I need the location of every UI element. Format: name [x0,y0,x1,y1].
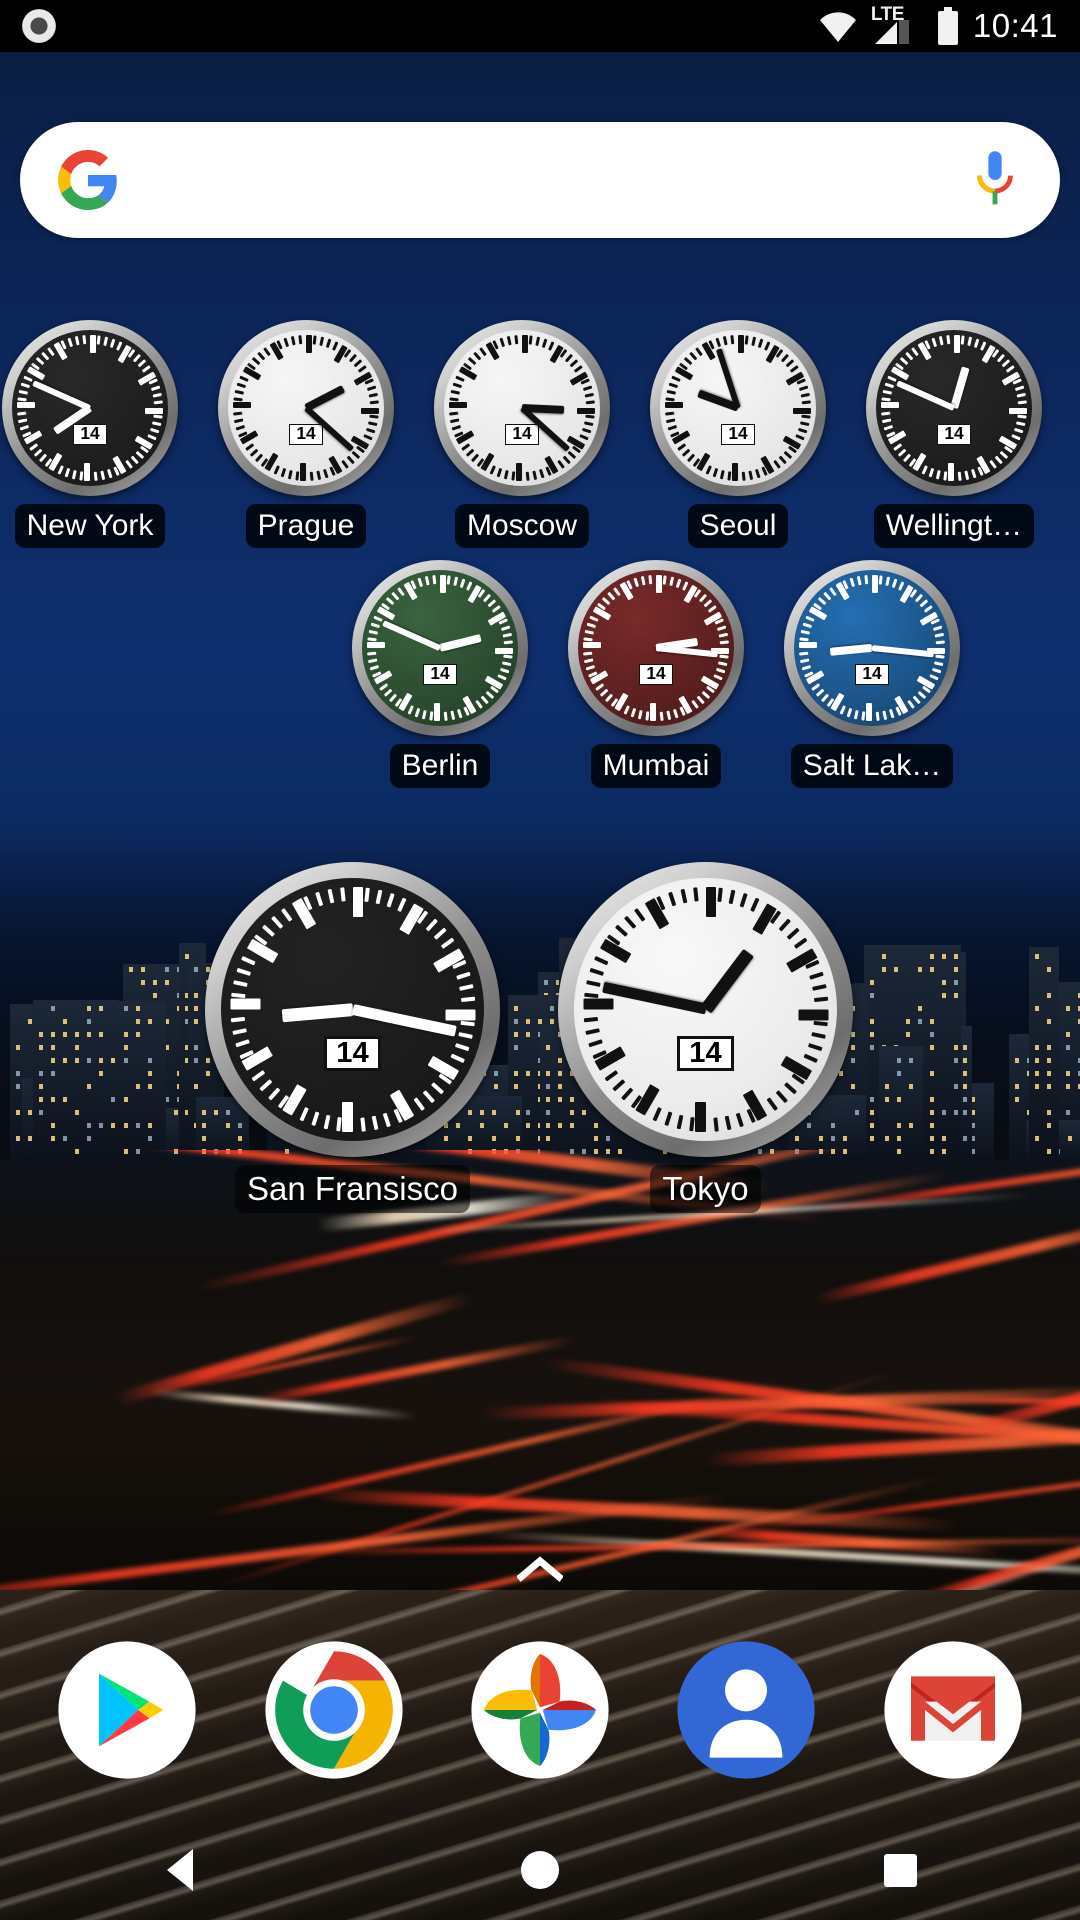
clock-city-label: Mumbai [590,744,722,788]
clock-dial: 14 [444,330,600,486]
clock-date-window: 14 [73,423,107,445]
clock-dial: 14 [794,570,950,726]
clock-dial: 14 [574,878,837,1141]
clock-date-window: 14 [721,423,755,445]
dock-item-play-store[interactable] [57,1640,197,1780]
clock-widget-prague[interactable]: 14 Prague [218,320,394,548]
clock-date-window: 14 [855,663,889,685]
clock-city-label: Tokyo [650,1165,761,1213]
clock-face: 14 [205,862,500,1157]
clock-face: 14 [568,560,744,736]
clock-face: 14 [784,560,960,736]
clock-dial: 14 [221,878,484,1141]
nav-recents-button[interactable] [825,1820,975,1920]
clock-widget-seoul[interactable]: 14 Seoul [650,320,826,548]
clock-dial: 14 [578,570,734,726]
clock-city-label: Prague [245,504,367,548]
clock-face: 14 [2,320,178,496]
clock-dial: 14 [228,330,384,486]
nav-home-button[interactable] [465,1820,615,1920]
clock-dial: 14 [876,330,1032,486]
clock-date-window: 14 [677,1035,734,1072]
clock-dial: 14 [12,330,168,486]
clock-date-window: 14 [639,663,673,685]
microphone-icon[interactable] [968,149,1022,211]
clock-face: 14 [558,862,853,1157]
app-drawer-handle[interactable] [0,1545,1080,1593]
camera-dot-icon [22,9,56,43]
clock-date-window: 14 [289,423,323,445]
clock-widget-san-fransisco[interactable]: 14 San Fransisco [205,862,500,1213]
navigation-bar [0,1820,1080,1920]
clock-city-label: Seoul [687,504,789,548]
clock-date-window: 14 [505,423,539,445]
wifi-icon [819,12,856,43]
battery-icon [937,7,958,45]
clock-widget-tokyo[interactable]: 14 Tokyo [558,862,853,1213]
dock-item-photos[interactable] [470,1640,610,1780]
search-input[interactable] [118,122,968,238]
clock-widget-new-york[interactable]: 14 New York [2,320,178,548]
status-bar-clock: 10:41 [972,7,1058,44]
clock-city-label: Salt Lak… [790,744,954,788]
clock-dial: 14 [660,330,816,486]
nav-back-button[interactable] [105,1820,255,1920]
clock-date-window: 14 [423,663,457,685]
clock-dial: 14 [362,570,518,726]
clock-city-label: Wellingt… [873,504,1035,548]
city-skyline [0,840,1080,1160]
clock-city-label: Berlin [389,744,491,788]
google-g-logo [58,150,117,210]
clock-city-label: San Fransisco [235,1165,470,1213]
clock-face: 14 [352,560,528,736]
home-circle-icon [521,1851,559,1889]
clock-date-window: 14 [937,423,971,445]
clock-face: 14 [218,320,394,496]
chevron-up-icon[interactable] [517,1555,563,1583]
google-search-bar[interactable] [20,122,1060,238]
clock-city-label: New York [14,504,166,548]
clock-widget-moscow[interactable]: 14 Moscow [434,320,610,548]
back-triangle-icon [167,1849,193,1891]
dock-item-chrome[interactable] [264,1640,404,1780]
recents-square-icon [883,1853,917,1887]
dock [0,1620,1080,1800]
clock-widget-wellingt[interactable]: 14 Wellingt… [866,320,1042,548]
clock-city-label: Moscow [454,504,590,548]
clock-face: 14 [866,320,1042,496]
clock-widget-berlin[interactable]: 14 Berlin [352,560,528,788]
clock-date-window: 14 [324,1035,381,1072]
clock-widget-salt-lak[interactable]: 14 Salt Lak… [784,560,960,788]
dock-item-gmail[interactable] [883,1640,1023,1780]
lte-signal-icon: LTE [871,4,923,44]
dock-item-contacts[interactable] [676,1640,816,1780]
clock-face: 14 [434,320,610,496]
clock-widget-mumbai[interactable]: 14 Mumbai [568,560,744,788]
status-bar: LTE 10:41 [0,0,1080,52]
clock-face: 14 [650,320,826,496]
